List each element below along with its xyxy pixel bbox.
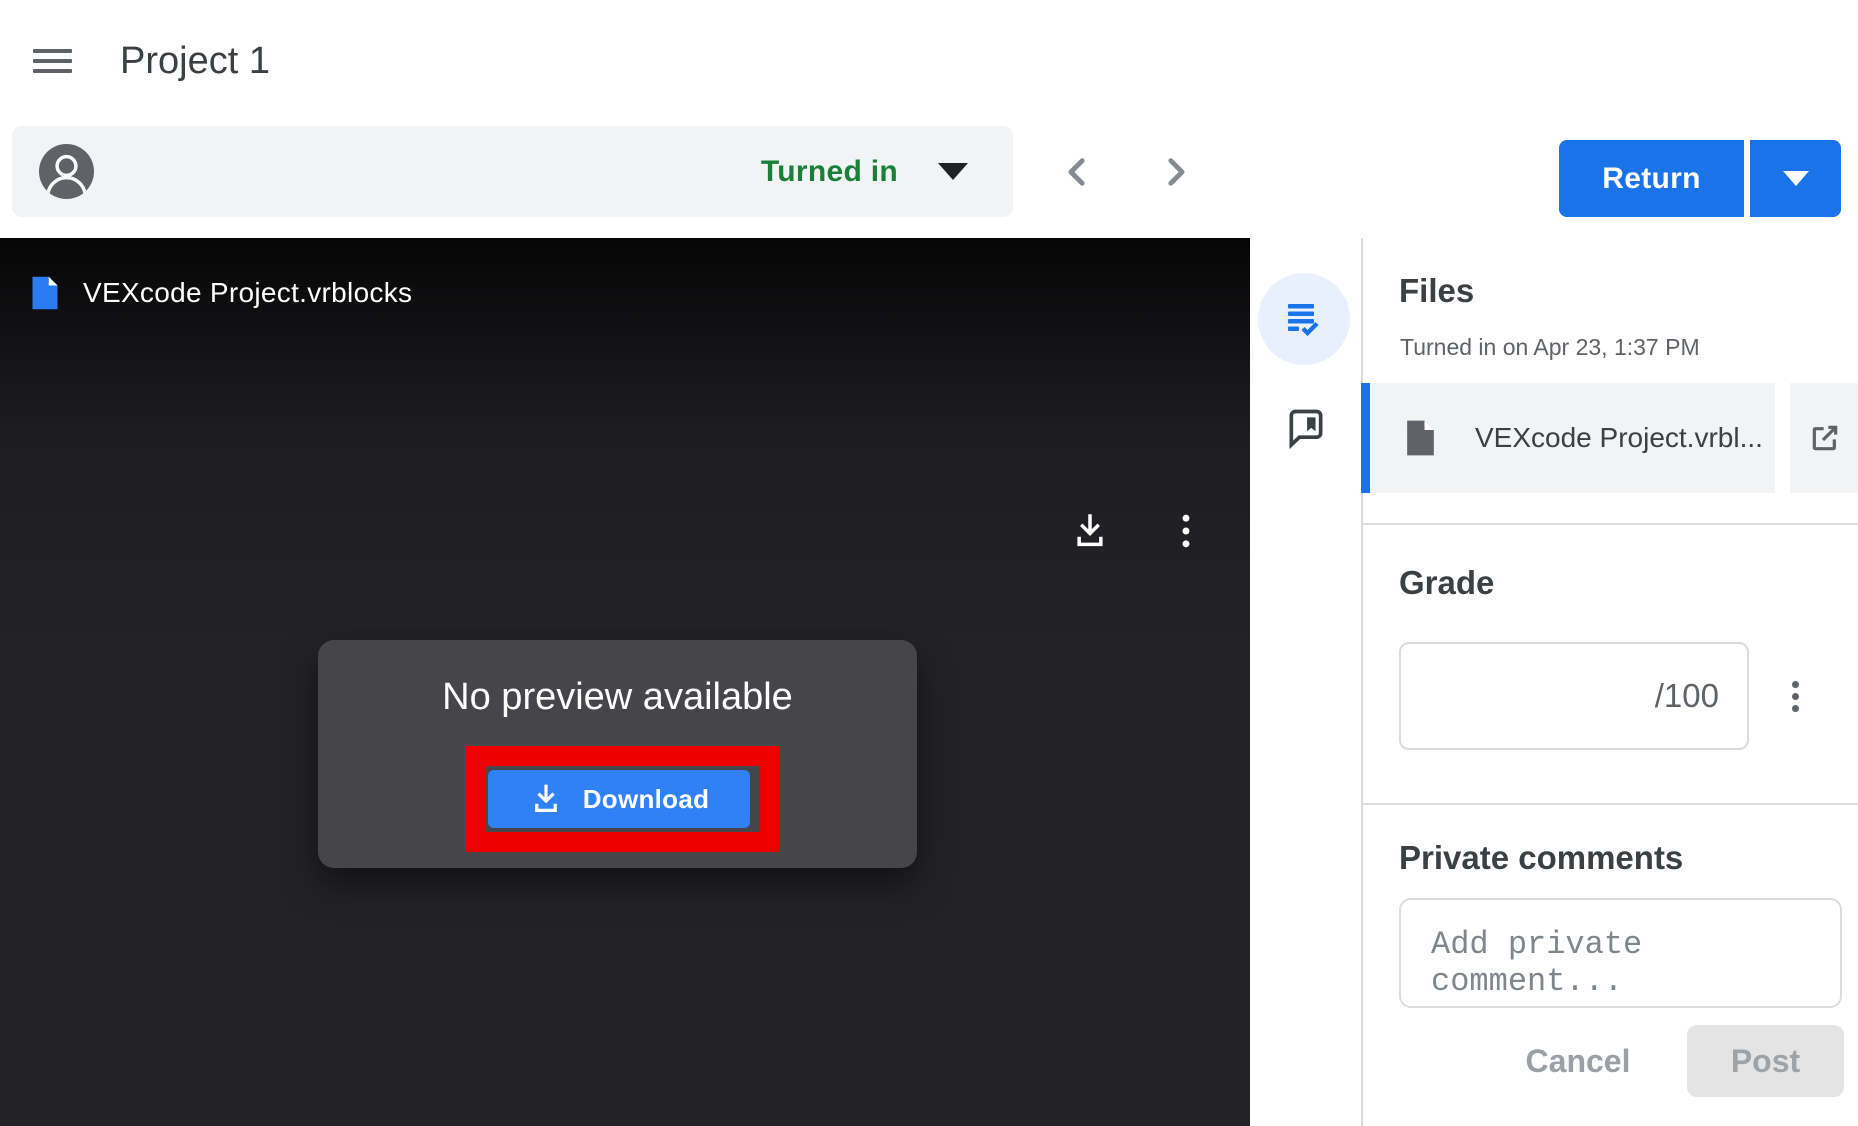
cancel-button[interactable]: Cancel [1493,1033,1663,1089]
student-selector-bar[interactable]: Turned in [12,126,1013,217]
grading-tab-button[interactable] [1258,273,1350,365]
download-icon [529,782,563,816]
no-preview-text: No preview available [318,674,917,720]
file-row: VEXcode Project.vrbl... [1363,383,1858,493]
chevron-down-icon [938,163,968,180]
turned-in-timestamp: Turned in on Apr 23, 1:37 PM [1400,332,1700,362]
next-student-button[interactable] [1145,142,1205,202]
file-icon [30,274,60,312]
menu-bar [33,49,72,53]
page-title: Project 1 [120,38,270,84]
divider [1363,803,1858,805]
menu-icon[interactable] [26,40,80,82]
grade-input[interactable] [1429,677,1655,715]
return-button[interactable]: Return [1559,140,1744,217]
open-in-new-button[interactable] [1790,383,1858,493]
grading-checklist-icon [1286,301,1322,337]
return-button-group: Return [1559,140,1841,217]
files-heading: Files [1399,271,1474,311]
preview-header: VEXcode Project.vrblocks [0,238,1250,348]
menu-bar [33,59,72,63]
download-icon[interactable] [1061,502,1119,560]
submission-status-dropdown[interactable]: Turned in [761,126,968,217]
file-card[interactable]: VEXcode Project.vrbl... [1370,383,1775,493]
chevron-right-icon [1158,155,1192,189]
previous-student-button[interactable] [1048,142,1108,202]
comment-bank-button[interactable] [1276,398,1336,458]
no-preview-card: No preview available Download [318,640,917,868]
private-comments-heading: Private comments [1399,838,1683,878]
avatar [39,144,94,199]
grade-heading: Grade [1399,563,1494,603]
comment-bank-icon [1284,406,1328,450]
file-name: VEXcode Project.vrbl... [1475,422,1763,454]
chevron-down-icon [1783,171,1809,186]
menu-bar [33,69,72,73]
chevron-left-icon [1061,155,1095,189]
tool-rail [1250,238,1361,1126]
download-button-label: Download [583,784,710,815]
post-button[interactable]: Post [1687,1025,1844,1097]
file-icon [1404,418,1437,458]
return-options-button[interactable] [1750,140,1841,217]
open-in-new-icon [1809,422,1841,454]
preview-filename: VEXcode Project.vrblocks [83,277,412,309]
submission-status: Turned in [761,155,898,189]
grade-kebab-menu-icon[interactable] [1771,672,1819,720]
grade-field[interactable]: /100 [1399,642,1749,750]
details-panel: Files Turned in on Apr 23, 1:37 PM VEXco… [1361,238,1858,1126]
private-comment-input[interactable] [1399,898,1842,1008]
file-row-accent [1361,383,1370,493]
download-button[interactable]: Download [488,770,750,828]
grade-denominator: /100 [1655,677,1719,715]
divider [1363,523,1858,525]
kebab-menu-icon[interactable] [1157,502,1215,560]
file-preview-area: VEXcode Project.vrblocks No preview avai… [0,238,1250,1126]
